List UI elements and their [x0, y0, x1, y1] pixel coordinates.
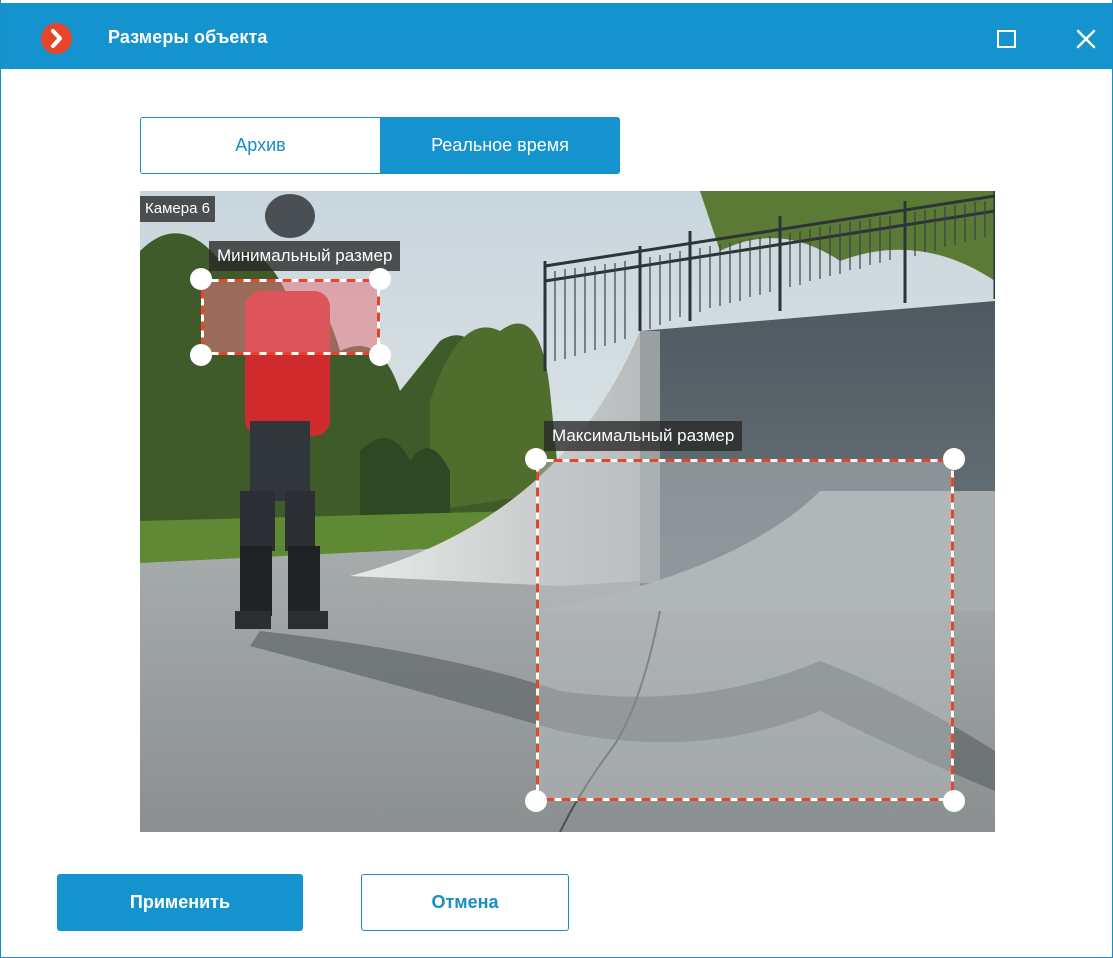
- title-bar: Размеры объекта: [1, 3, 1112, 69]
- min-size-label: Минимальный размер: [209, 241, 401, 271]
- mode-toggle: Архив Реальное время: [140, 117, 620, 174]
- max-size-label: Максимальный размер: [544, 421, 743, 451]
- max-zone-handle-top-left[interactable]: [525, 448, 547, 470]
- camera-video-frame: Камера 6 Минимальный размер Максимальный…: [140, 191, 995, 832]
- tab-archive[interactable]: Архив: [140, 117, 380, 174]
- min-zone-handle-bottom-left[interactable]: [190, 344, 212, 366]
- tab-realtime[interactable]: Реальное время: [380, 117, 620, 174]
- object-size-dialog: Размеры объекта Архив Реальное время Кам…: [0, 0, 1113, 958]
- max-zone-handle-top-right[interactable]: [943, 448, 965, 470]
- apply-button[interactable]: Применить: [57, 874, 303, 931]
- max-size-zone[interactable]: [536, 459, 954, 801]
- close-button[interactable]: [1068, 21, 1104, 57]
- min-size-zone[interactable]: [201, 279, 380, 355]
- maximize-button[interactable]: [989, 21, 1025, 57]
- min-zone-border: [201, 279, 380, 355]
- chevron-right-circle-icon: [41, 23, 72, 54]
- min-zone-handle-bottom-right[interactable]: [369, 344, 391, 366]
- min-zone-handle-top-right[interactable]: [369, 268, 391, 290]
- window-title: Размеры объекта: [108, 27, 268, 47]
- max-zone-handle-bottom-left[interactable]: [525, 790, 547, 812]
- min-zone-handle-top-left[interactable]: [190, 268, 212, 290]
- maximize-icon: [997, 30, 1016, 48]
- camera-label: Камера 6: [140, 196, 215, 222]
- max-zone-border: [536, 459, 954, 801]
- cancel-button[interactable]: Отмена: [361, 874, 569, 931]
- close-icon: [1076, 29, 1096, 49]
- max-zone-handle-bottom-right[interactable]: [943, 790, 965, 812]
